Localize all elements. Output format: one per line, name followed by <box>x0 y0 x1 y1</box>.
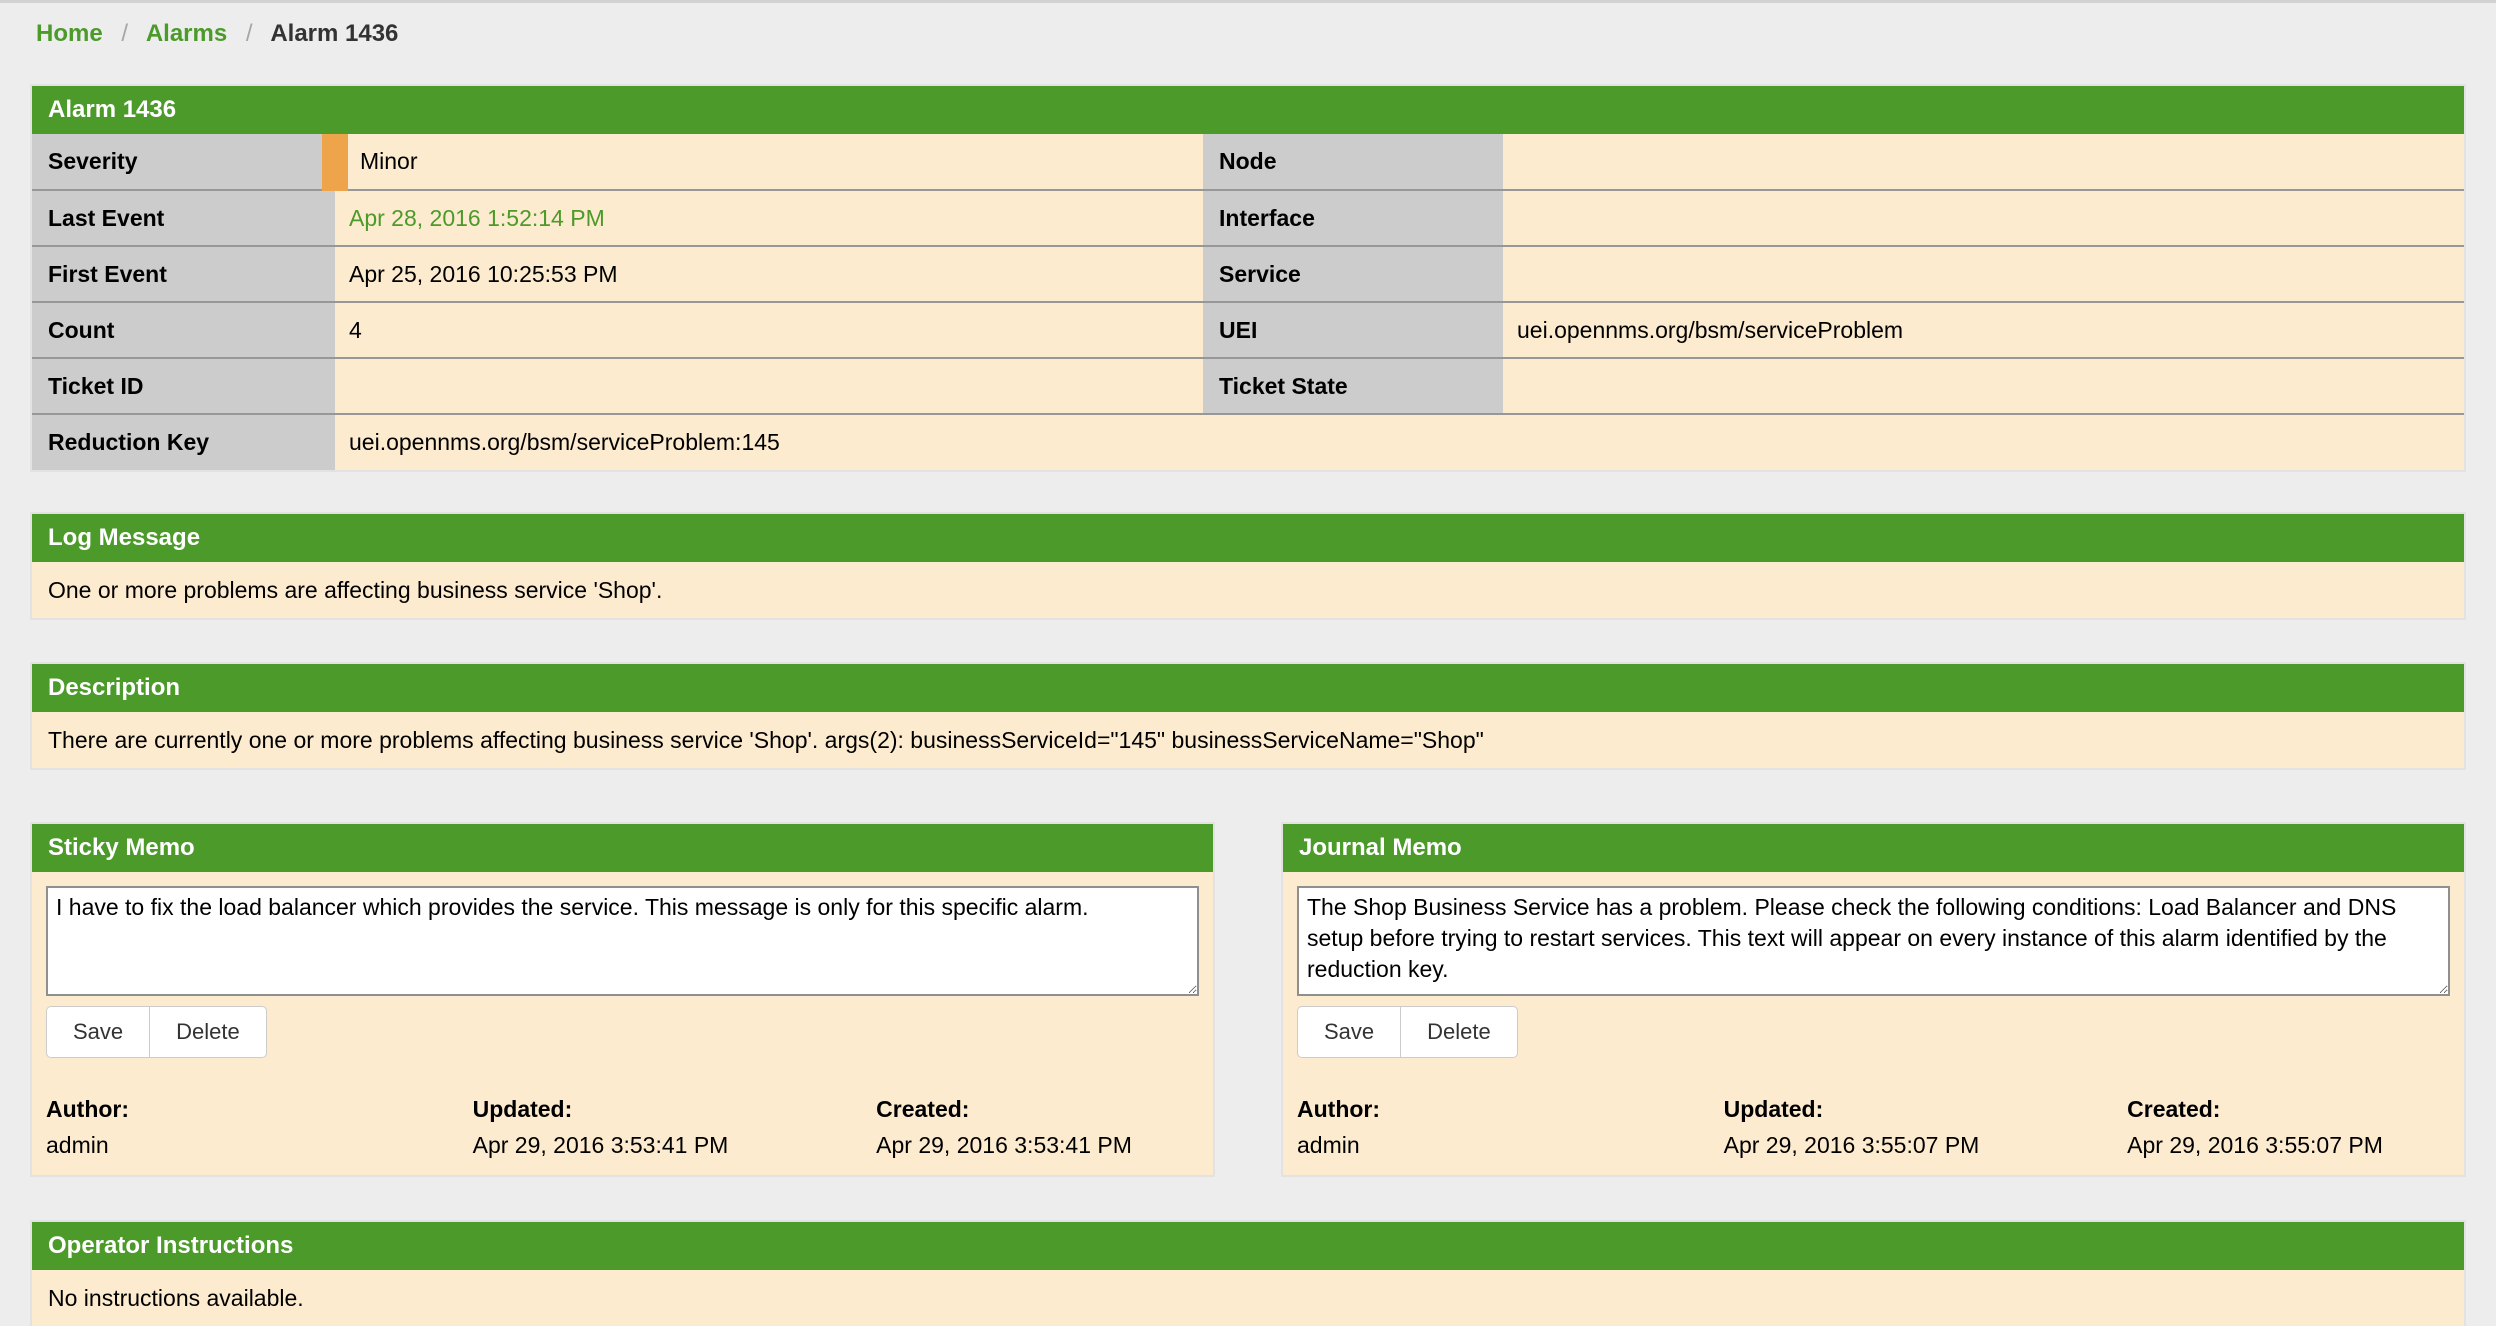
created-label: Created: <box>2127 1096 2450 1123</box>
journal-memo-created-col: Created: Apr 29, 2016 3:55:07 PM <box>2127 1096 2450 1159</box>
last-event-link[interactable]: Apr 28, 2016 1:52:14 PM <box>349 205 605 231</box>
author-label: Author: <box>1297 1096 1724 1123</box>
service-value <box>1503 246 2464 302</box>
severity-label: Severity <box>32 134 335 190</box>
breadcrumb-separator: / <box>109 20 140 47</box>
breadcrumb-alarms-link[interactable]: Alarms <box>146 20 227 47</box>
sticky-memo-body: I have to fix the load balancer which pr… <box>32 872 1213 1175</box>
sticky-memo-input[interactable]: I have to fix the load balancer which pr… <box>46 886 1199 996</box>
journal-memo-title: Journal Memo <box>1283 824 2464 872</box>
ticket-id-label: Ticket ID <box>32 358 335 414</box>
memo-row: Sticky Memo I have to fix the load balan… <box>30 822 2466 1177</box>
last-event-value: Apr 28, 2016 1:52:14 PM <box>335 190 1203 246</box>
service-label: Service <box>1203 246 1503 302</box>
ticket-state-value <box>1503 358 2464 414</box>
description-panel: Description There are currently one or m… <box>30 662 2466 770</box>
severity-value: Minor <box>335 134 1203 190</box>
breadcrumb-home-link[interactable]: Home <box>36 20 103 47</box>
interface-label: Interface <box>1203 190 1503 246</box>
updated-value: Apr 29, 2016 3:55:07 PM <box>1724 1132 2128 1159</box>
created-value: Apr 29, 2016 3:55:07 PM <box>2127 1132 2450 1159</box>
reduction-key-label: Reduction Key <box>32 414 335 470</box>
sticky-memo-title: Sticky Memo <box>32 824 1213 872</box>
table-row-severity-node: Severity Minor Node <box>32 134 2464 190</box>
interface-value <box>1503 190 2464 246</box>
alarm-detail-table: Severity Minor Node Last Event Apr 28, 2… <box>32 134 2464 470</box>
last-event-label: Last Event <box>32 190 335 246</box>
table-row-lastevent-interface: Last Event Apr 28, 2016 1:52:14 PM Inter… <box>32 190 2464 246</box>
table-row-count-uei: Count 4 UEI uei.opennms.org/bsm/serviceP… <box>32 302 2464 358</box>
alarm-panel-title: Alarm 1436 <box>32 86 2464 134</box>
log-message-text: One or more problems are affecting busin… <box>32 562 2464 618</box>
created-value: Apr 29, 2016 3:53:41 PM <box>876 1132 1199 1159</box>
breadcrumb: Home / Alarms / Alarm 1436 <box>36 18 2466 50</box>
journal-memo-updated-col: Updated: Apr 29, 2016 3:55:07 PM <box>1724 1096 2128 1159</box>
journal-memo-body: The Shop Business Service has a problem.… <box>1283 872 2464 1175</box>
journal-memo-button-group: Save Delete <box>1297 1006 1518 1058</box>
author-value: admin <box>1297 1132 1724 1159</box>
description-title: Description <box>32 664 2464 712</box>
sticky-memo-updated-col: Updated: Apr 29, 2016 3:53:41 PM <box>473 1096 877 1159</box>
ticket-state-label: Ticket State <box>1203 358 1503 414</box>
table-row-ticketid-ticketstate: Ticket ID Ticket State <box>32 358 2464 414</box>
sticky-memo-panel: Sticky Memo I have to fix the load balan… <box>30 822 1215 1177</box>
top-divider <box>0 0 2496 3</box>
sticky-memo-button-group: Save Delete <box>46 1006 267 1058</box>
first-event-value: Apr 25, 2016 10:25:53 PM <box>335 246 1203 302</box>
node-label: Node <box>1203 134 1503 190</box>
ticket-id-value <box>335 358 1203 414</box>
author-value: admin <box>46 1132 473 1159</box>
operator-instructions-text: No instructions available. <box>32 1270 2464 1326</box>
table-row-firstevent-service: First Event Apr 25, 2016 10:25:53 PM Ser… <box>32 246 2464 302</box>
breadcrumb-current-page: Alarm 1436 <box>270 20 398 47</box>
table-row-reduction-key: Reduction Key uei.opennms.org/bsm/servic… <box>32 414 2464 470</box>
updated-label: Updated: <box>1724 1096 2128 1123</box>
updated-value: Apr 29, 2016 3:53:41 PM <box>473 1132 877 1159</box>
journal-memo-panel: Journal Memo The Shop Business Service h… <box>1281 822 2466 1177</box>
sticky-memo-delete-button[interactable]: Delete <box>149 1006 267 1058</box>
sticky-memo-footer: Author: admin Updated: Apr 29, 2016 3:53… <box>46 1096 1199 1159</box>
sticky-memo-save-button[interactable]: Save <box>46 1006 150 1058</box>
operator-instructions-panel: Operator Instructions No instructions av… <box>30 1220 2466 1326</box>
sticky-memo-author-col: Author: admin <box>46 1096 473 1159</box>
updated-label: Updated: <box>473 1096 877 1123</box>
uei-value: uei.opennms.org/bsm/serviceProblem <box>1503 302 2464 358</box>
reduction-key-value: uei.opennms.org/bsm/serviceProblem:145 <box>335 414 2464 470</box>
sticky-memo-created-col: Created: Apr 29, 2016 3:53:41 PM <box>876 1096 1199 1159</box>
count-value: 4 <box>335 302 1203 358</box>
log-message-panel: Log Message One or more problems are aff… <box>30 512 2466 620</box>
first-event-label: First Event <box>32 246 335 302</box>
journal-memo-save-button[interactable]: Save <box>1297 1006 1401 1058</box>
breadcrumb-separator: / <box>234 20 265 47</box>
created-label: Created: <box>876 1096 1199 1123</box>
uei-label: UEI <box>1203 302 1503 358</box>
journal-memo-delete-button[interactable]: Delete <box>1400 1006 1518 1058</box>
operator-instructions-title: Operator Instructions <box>32 1222 2464 1270</box>
journal-memo-author-col: Author: admin <box>1297 1096 1724 1159</box>
description-text: There are currently one or more problems… <box>32 712 2464 768</box>
alarm-detail-panel: Alarm 1436 Severity Minor Node Last Even… <box>30 84 2466 472</box>
count-label: Count <box>32 302 335 358</box>
log-message-title: Log Message <box>32 514 2464 562</box>
journal-memo-input[interactable]: The Shop Business Service has a problem.… <box>1297 886 2450 996</box>
node-value <box>1503 134 2464 190</box>
author-label: Author: <box>46 1096 473 1123</box>
journal-memo-footer: Author: admin Updated: Apr 29, 2016 3:55… <box>1297 1096 2450 1159</box>
